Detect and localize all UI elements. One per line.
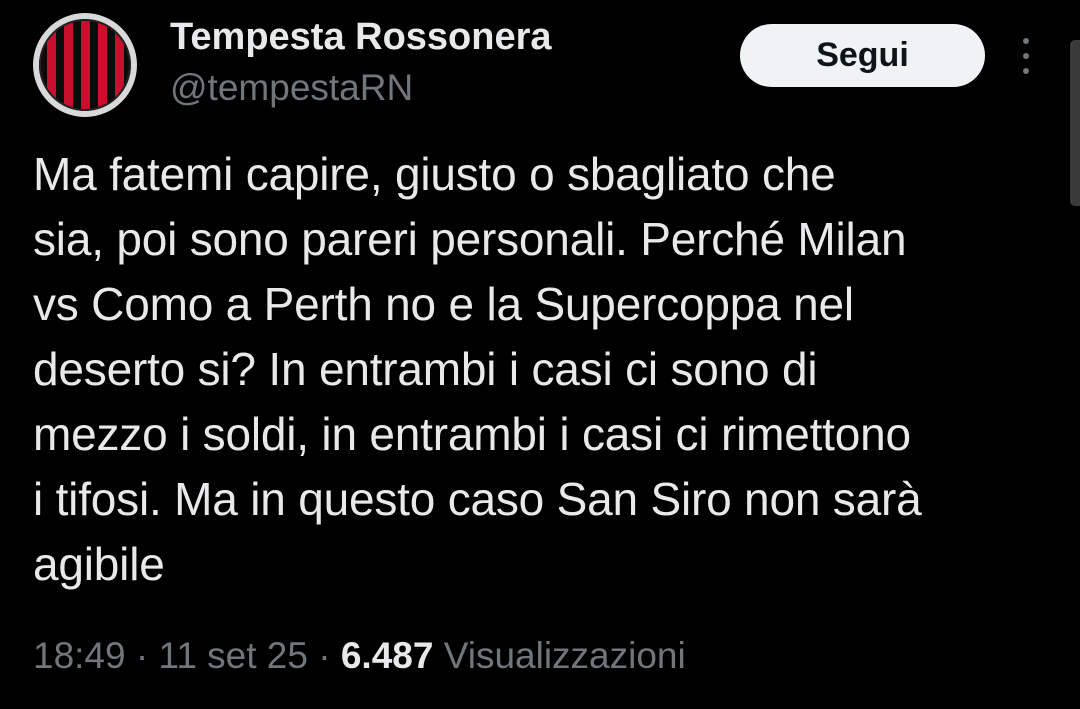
tweet-meta: 18:49 · 11 set 25 · 6.487 Visualizzazion… bbox=[33, 630, 686, 682]
meta-separator: · bbox=[125, 635, 159, 676]
red-black-striped-logo-icon bbox=[39, 19, 131, 111]
views-label[interactable]: Visualizzazioni bbox=[433, 635, 686, 676]
tweet-text: Ma fatemi capire, giusto o sbagliato che… bbox=[33, 148, 922, 590]
more-options-icon[interactable] bbox=[1010, 38, 1042, 74]
tweet-time[interactable]: 18:49 bbox=[33, 635, 126, 676]
follow-button[interactable]: Segui bbox=[740, 24, 985, 87]
author-display-name[interactable]: Tempesta Rossonera bbox=[170, 14, 552, 60]
author-handle[interactable]: @tempestaRN bbox=[170, 66, 413, 110]
views-count[interactable]: 6.487 bbox=[341, 635, 434, 676]
more-dot bbox=[1023, 53, 1029, 59]
tweet-date[interactable]: 11 set 25 bbox=[158, 635, 307, 676]
scrollbar[interactable] bbox=[1070, 40, 1080, 206]
more-dot bbox=[1023, 38, 1029, 44]
avatar[interactable] bbox=[33, 13, 137, 117]
more-dot bbox=[1023, 68, 1029, 74]
meta-separator: · bbox=[307, 635, 341, 676]
